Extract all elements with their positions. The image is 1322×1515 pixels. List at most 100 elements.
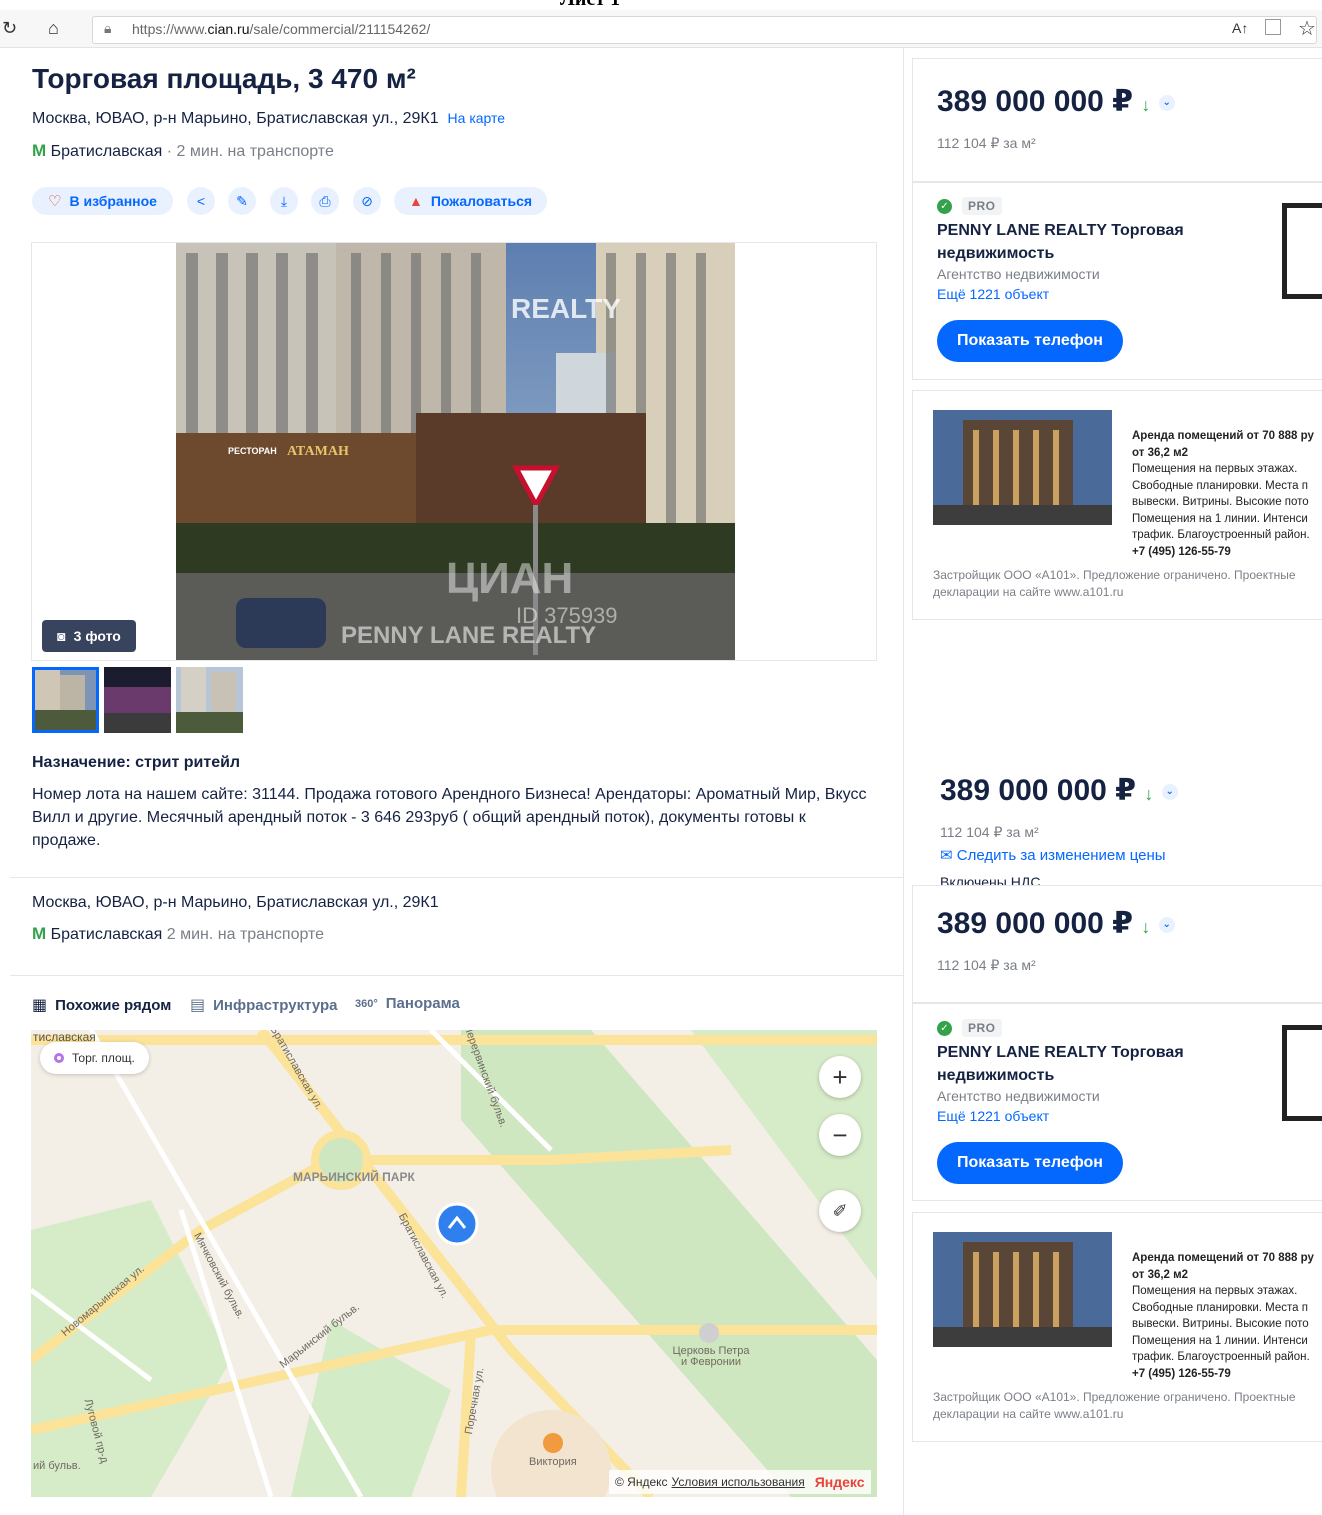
ad-text-block: Аренда помещений от 70 888 ру от 36,2 м2… <box>1132 428 1322 560</box>
watermark-cian: ЦИАН <box>446 554 573 603</box>
pencil-icon: ✎ <box>236 192 248 209</box>
ad-line: вывески. Витрины. Высокие пото <box>1132 1318 1309 1330</box>
map-label-bottom-left: ий бульв. <box>33 1460 81 1472</box>
ad-line: Помещения на 1 линии. Интенси <box>1132 1334 1308 1347</box>
360-icon: 360° <box>355 997 378 1010</box>
ad-image-2[interactable] <box>933 1232 1112 1347</box>
refresh-icon[interactable]: ↻ <box>2 18 17 39</box>
purpose-heading: Назначение: стрит ритейл <box>32 754 241 771</box>
zoom-out-button[interactable]: − <box>819 1114 861 1156</box>
price-card <box>912 58 1322 182</box>
eye-crossed-icon: ⊘ <box>361 192 373 209</box>
star-icon[interactable]: ☆ <box>1298 16 1316 41</box>
map-label-church: Церковь Петра и Февронии <box>672 1345 750 1368</box>
edit-button[interactable]: ✎ <box>228 187 256 215</box>
tab-similar-nearby[interactable]: ▦ Похожие рядом <box>32 995 171 1015</box>
agency-name-2[interactable]: PENNY LANE REALTY Торговая недвижимость <box>937 1041 1187 1087</box>
thumbnail-1[interactable] <box>32 667 99 733</box>
agency-logo-2[interactable] <box>1282 1025 1322 1121</box>
metro-line: М Братиславская · 2 мин. на транспорте <box>32 141 334 161</box>
agent-badges-2: ✓ PRO <box>937 1019 1002 1037</box>
agency-logo[interactable] <box>1282 203 1322 299</box>
ruler-icon: ✐ <box>832 1200 848 1221</box>
complain-label: Пожаловаться <box>430 193 533 209</box>
download-button[interactable]: ⤓ <box>270 187 298 215</box>
warning-icon: ▲ <box>408 193 423 209</box>
download-icon: ⤓ <box>280 192 288 209</box>
price-value-2: 389 000 000 ₽ ↓ ⌄ <box>940 773 1178 808</box>
agency-more-link-2[interactable]: Ещё 1221 объект <box>937 1108 1049 1124</box>
ad-image[interactable] <box>933 410 1112 525</box>
ad-building-image-2 <box>933 1232 1112 1347</box>
complain-button[interactable]: ▲ Пожаловаться <box>394 187 547 215</box>
agency-name[interactable]: PENNY LANE REALTY Торговая недвижимость <box>937 219 1187 265</box>
follow-price-label: Следить за изменением цены <box>956 847 1166 864</box>
ad-line: Помещения на 1 линии. Интенси <box>1132 512 1308 525</box>
share-icon: < <box>196 193 206 209</box>
ad-line: трафик. Благоустроенный район. <box>1132 529 1310 541</box>
mail-icon: ✉ <box>940 847 953 864</box>
home-icon[interactable]: ⌂ <box>48 18 59 39</box>
page-title: Торговая площадь, 3 470 м² <box>32 63 416 94</box>
show-phone-button-2[interactable]: Показать телефон <box>937 1142 1123 1184</box>
vat-note: Включены НДС <box>940 874 1041 885</box>
reading-view-icon[interactable] <box>1265 19 1281 35</box>
yandex-logo: Яндекс <box>814 1474 865 1490</box>
price-per-m2: 112 104 ₽ за м² <box>937 135 1036 151</box>
map-pin-label[interactable]: Торг. площ. <box>40 1042 149 1074</box>
chevron-down-icon[interactable]: ⌄ <box>1158 95 1175 112</box>
follow-price-link[interactable]: ✉ Следить за изменением цены <box>940 846 1166 864</box>
hide-button[interactable]: ⊘ <box>353 187 381 215</box>
map-link[interactable]: На карте <box>448 110 506 126</box>
price-card-3 <box>912 885 1322 1003</box>
favorite-button[interactable]: ♡ В избранное <box>32 187 173 215</box>
photo-count-label: 3 фото <box>73 628 121 644</box>
share-button[interactable]: < <box>187 187 215 215</box>
yandex-map[interactable]: тиславская Торг. площ. МАРЬИНСКИЙ ПАРК Б… <box>31 1030 877 1497</box>
ad-title-2[interactable]: Аренда помещений от 70 888 ру <box>1132 1250 1322 1267</box>
verified-check-icon-2: ✓ <box>937 1020 952 1036</box>
terms-link[interactable]: Условия использования <box>672 1475 805 1489</box>
main-photo[interactable]: REALTY РЕСТОРАН АТАМАН ЦИАН ID 375939 PE… <box>176 243 735 660</box>
heart-icon: ♡ <box>48 193 62 210</box>
metro-name-2[interactable]: Братиславская <box>51 926 163 943</box>
ruler-button[interactable]: ✐ <box>819 1190 861 1232</box>
show-phone-button[interactable]: Показать телефон <box>937 320 1123 362</box>
price-text-2: 389 000 000 ₽ <box>940 774 1137 807</box>
ad-title[interactable]: Аренда помещений от 70 888 ру <box>1132 428 1322 445</box>
ad-line: Помещения на первых этажах. <box>1132 463 1298 475</box>
address-text: Москва, ЮВАО, р-н Марьино, Братиславская… <box>32 110 439 127</box>
metro-line-2: М Братиславская 2 мин. на транспорте <box>32 924 324 944</box>
thumbnail-1-image <box>35 670 96 730</box>
ad-line: от 36,2 м2 <box>1132 1268 1189 1281</box>
metro-name[interactable]: Братиславская <box>51 143 163 160</box>
tab-panorama[interactable]: 360° Панорама <box>355 995 460 1012</box>
ad-line: вывески. Витрины. Высокие пото <box>1132 496 1309 508</box>
pro-badge-2: PRO <box>962 1019 1002 1037</box>
url-text[interactable]: https://www.cian.ru/sale/commercial/2111… <box>132 21 430 37</box>
watermark-brand: PENNY LANE REALTY <box>341 622 596 649</box>
divider-2 <box>10 975 903 976</box>
zoom-in-button[interactable]: + <box>819 1056 861 1098</box>
chevron-down-icon-3[interactable]: ⌄ <box>1158 917 1175 934</box>
thumbnail-2[interactable] <box>104 667 171 733</box>
address-line-2: Москва, ЮВАО, р-н Марьино, Братиславская… <box>32 894 439 911</box>
print-button[interactable]: ⎙ <box>311 187 339 215</box>
read-aloud-icon[interactable]: A↑ <box>1232 20 1248 36</box>
ad-text-block-2: Аренда помещений от 70 888 ру от 36,2 м2… <box>1132 1250 1322 1382</box>
agency-more-link[interactable]: Ещё 1221 объект <box>937 286 1049 302</box>
metro-time-2: 2 мин. на транспорте <box>166 926 325 943</box>
price-per-m2-3: 112 104 ₽ за м² <box>937 957 1036 973</box>
chevron-down-icon-2[interactable]: ⌄ <box>1161 784 1178 801</box>
price-down-icon: ↓ <box>1141 95 1151 115</box>
price-down-icon-2: ↓ <box>1144 784 1154 804</box>
photo-count-badge[interactable]: ◙ 3 фото <box>42 620 136 652</box>
printer-icon: ⎙ <box>319 192 331 209</box>
price-text: 389 000 000 ₽ <box>937 85 1134 118</box>
verified-check-icon: ✓ <box>937 198 952 214</box>
tab-infrastructure[interactable]: ▤ Инфраструктура <box>190 995 337 1015</box>
ad-footer-2: Застройщик ООО «А101». Предложение огран… <box>933 1390 1296 1421</box>
thumbnail-3[interactable] <box>176 667 243 733</box>
ad-phone: +7 (495) 126-55-79 <box>1132 545 1231 558</box>
photo-sign-restaurant: РЕСТОРАН <box>228 446 277 456</box>
